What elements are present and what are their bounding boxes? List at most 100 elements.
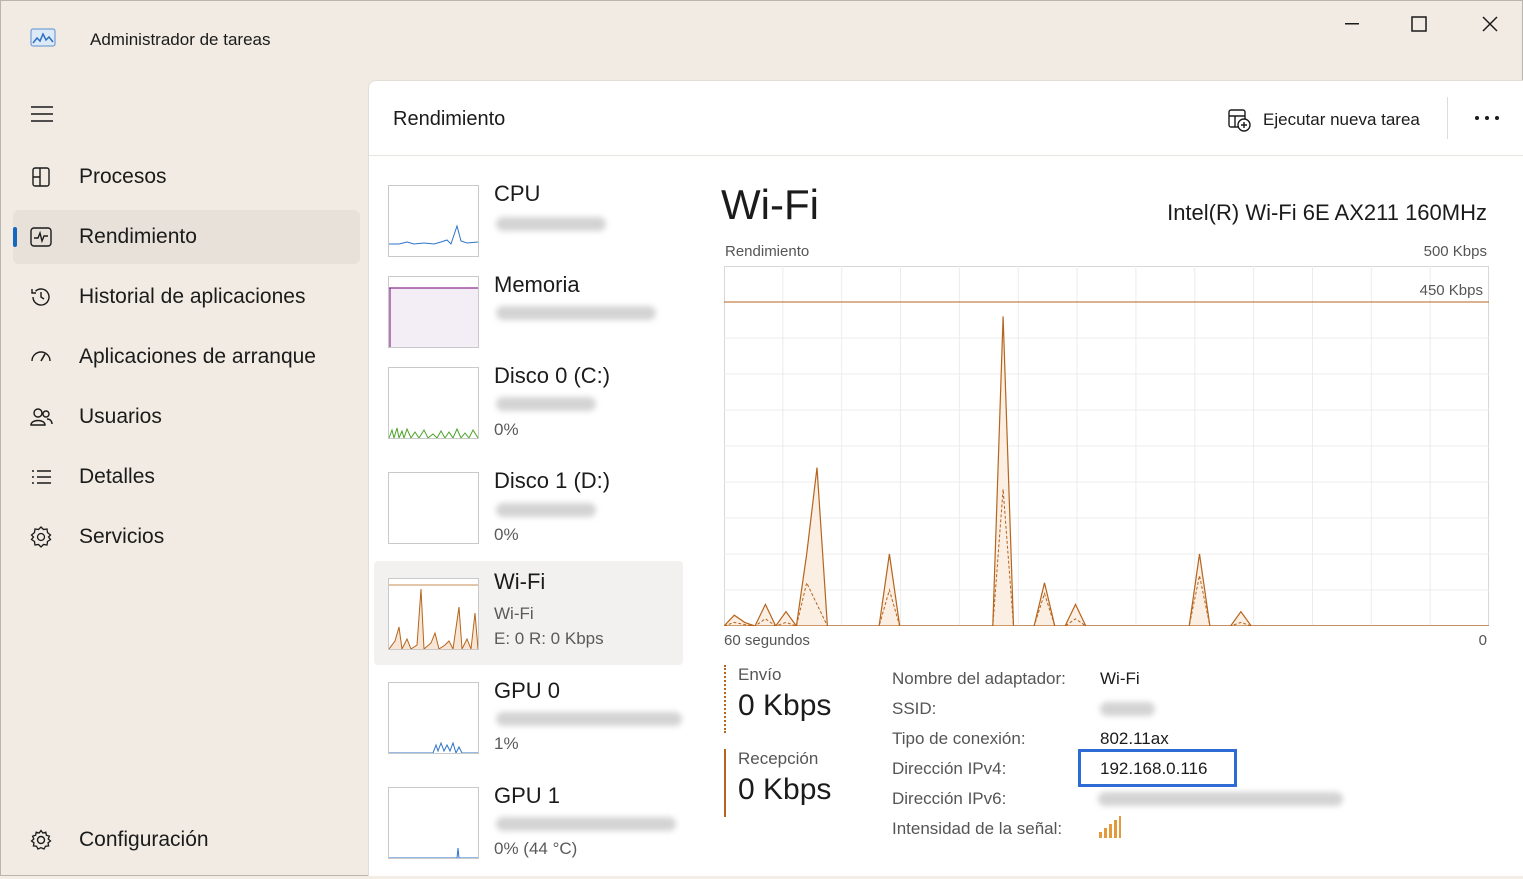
sidebar-item-label: Detalles [79,465,155,488]
graph-max-label: 500 Kbps [1423,243,1487,260]
task-manager-app-icon [30,28,56,47]
sidebar-item-users[interactable]: Usuarios [13,390,360,444]
device-cpu[interactable]: CPU [374,173,683,277]
maximize-button[interactable] [1396,9,1442,39]
device-usage: 0% [494,420,519,439]
sidebar-item-label: Procesos [79,165,167,188]
device-name: CPU [494,181,541,206]
users-icon [30,408,53,426]
adapter-name-label: Nombre del adaptador: [892,669,1066,688]
active-indicator [13,227,17,247]
send-label: Envío [738,665,782,684]
graph-axis-right: 0 [1478,632,1487,649]
connection-type-label: Tipo de conexión: [892,729,1026,748]
device-gpu-0[interactable]: GPU 0 1% [374,670,683,774]
redacted-text [496,306,656,320]
redacted-text [496,712,682,726]
new-task-icon [1228,109,1251,132]
graph-label: Rendimiento [725,243,810,260]
sidebar-item-services[interactable]: Servicios [13,510,360,564]
device-name: Disco 0 (C:) [494,363,611,388]
sidebar-item-label: Rendimiento [79,225,197,248]
minimize-button[interactable] [1329,9,1375,39]
adapter-name-value: Wi-Fi [1100,669,1140,688]
device-wifi[interactable]: Wi-Fi Wi-Fi E: 0 R: 0 Kbps [374,561,683,665]
details-icon [32,470,51,484]
device-list: CPU Memoria Disco 0 (C:) 0% Disco 1 (D:)… [369,173,689,873]
cpu-thumbnail [388,185,479,257]
adapter-model: Intel(R) Wi-Fi 6E AX211 160MHz [1167,200,1487,225]
sidebar-item-startup-apps[interactable]: Aplicaciones de arranque [13,330,360,384]
title-bar: Administrador de tareas [1,1,1522,79]
device-disk-0[interactable]: Disco 0 (C:) 0% [374,355,683,459]
redacted-text [496,817,676,831]
sidebar-item-app-history[interactable]: Historial de aplicaciones [13,270,360,324]
task-manager-window: Administrador de tareas Procesos Rendimi… [0,0,1523,876]
ipv6-label: Dirección IPv6: [892,789,1007,808]
close-button[interactable] [1467,9,1513,39]
disk0-thumbnail [388,367,479,439]
gear-icon [30,829,52,850]
hamburger-menu-icon[interactable] [29,101,55,127]
maximize-icon [1411,16,1427,32]
ipv4-value: 192.168.0.116 [1100,759,1208,778]
header-divider [1447,97,1448,139]
gpu0-thumbnail [388,682,479,754]
sidebar-item-settings[interactable]: Configuración [13,813,360,867]
sidebar-item-label: Servicios [79,525,165,548]
performance-icon [30,227,52,247]
sidebar-item-label: Aplicaciones de arranque [79,345,316,368]
signal-strength-icon [1099,816,1121,838]
send-value: 0 Kbps [738,689,832,722]
close-icon [1482,16,1498,32]
device-usage: 1% [494,734,519,753]
ipv4-label: Dirección IPv4: [892,759,1007,778]
device-name: GPU 1 [494,783,561,808]
redacted-text [496,503,596,517]
device-usage: 0% [494,525,519,544]
disk1-thumbnail [388,472,479,544]
device-gpu-1[interactable]: GPU 1 0% (44 °C) [374,775,683,879]
connection-type-value: 802.11ax [1100,729,1169,748]
device-adapter: Wi-Fi [494,604,534,623]
sidebar-item-details[interactable]: Detalles [13,450,360,504]
processes-icon [32,167,50,187]
settings-label: Configuración [79,828,209,851]
sidebar-item-label: Usuarios [79,405,162,428]
more-options-button[interactable] [1469,103,1505,133]
redacted-ssid [1100,702,1155,716]
send-stat: Envío 0 Kbps [724,665,831,733]
sidebar-item-processes[interactable]: Procesos [13,150,360,204]
device-name: Disco 1 (D:) [494,468,611,493]
services-icon [30,526,52,548]
redacted-ipv6 [1098,792,1343,806]
run-new-task-button[interactable]: Ejecutar nueva tarea [1227,105,1420,135]
sidebar-item-label: Historial de aplicaciones [79,285,306,308]
page-title: Rendimiento [393,108,506,130]
main-header: Rendimiento Ejecutar nueva tarea [369,81,1523,156]
reference-line-label: 450 Kbps [1420,282,1483,299]
receive-stat: Recepción 0 Kbps [724,749,831,817]
history-icon [31,288,50,306]
gpu1-thumbnail [388,787,479,859]
device-name: Memoria [494,272,580,297]
more-options-icon [1475,116,1499,120]
device-disk-1[interactable]: Disco 1 (D:) 0% [374,460,683,564]
graph-axis-left: 60 segundos [724,632,810,649]
signal-strength-label: Intensidad de la señal: [892,819,1063,838]
device-name: Wi-Fi [494,569,546,594]
device-memory[interactable]: Memoria [374,264,683,368]
throughput-graph: 450 Kbps [724,266,1489,626]
sidebar-item-performance[interactable]: Rendimiento [13,210,360,264]
receive-value: 0 Kbps [738,773,832,806]
minimize-icon [1345,23,1359,25]
startup-icon [31,351,51,362]
device-name: GPU 0 [494,678,561,703]
memory-thumbnail [388,276,479,348]
ssid-label: SSID: [892,699,937,718]
detail-title: Wi-Fi [721,181,819,228]
wifi-thumbnail [388,578,479,650]
window-title: Administrador de tareas [90,30,271,49]
redacted-text [496,217,606,231]
device-throughput: E: 0 R: 0 Kbps [494,629,604,648]
